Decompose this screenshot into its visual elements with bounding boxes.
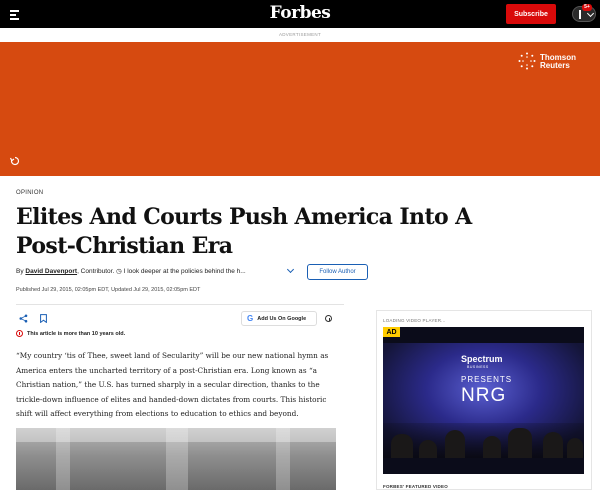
- thomson-reuters-logo-icon: [518, 52, 536, 70]
- ad-label: ADVERTISEMENT: [278, 32, 322, 37]
- divider: [16, 304, 344, 305]
- chevron-down-icon: [586, 9, 595, 18]
- account-menu[interactable]: 5+: [572, 4, 596, 22]
- article-category[interactable]: OPINION: [16, 190, 43, 196]
- article-age-notice: This article is more than 10 years old.: [16, 330, 125, 337]
- article-photo: [16, 428, 336, 490]
- video-crowd: [383, 423, 584, 458]
- google-icon: G: [247, 314, 254, 323]
- follow-author-button[interactable]: Follow Author: [307, 264, 368, 280]
- ad-banner[interactable]: [0, 42, 600, 176]
- clock-small-icon: ◷: [116, 268, 122, 275]
- author-link[interactable]: David Davenport: [25, 268, 77, 275]
- expand-bio-chevron-icon[interactable]: [286, 265, 295, 274]
- spectrum-logo: Spectrum: [461, 354, 503, 364]
- video-presents-text: PRESENTS: [461, 375, 513, 384]
- subscribe-button[interactable]: Subscribe: [506, 4, 556, 24]
- share-icon[interactable]: [19, 314, 28, 323]
- video-title-text: NRG: [461, 385, 507, 406]
- ad-badge: AD: [383, 327, 400, 337]
- video-loading-label: LOADING VIDEO PLAYER...: [383, 318, 446, 323]
- clock-icon: [16, 330, 23, 337]
- featured-video-label: FORBES' FEATURED VIDEO: [383, 484, 448, 489]
- replay-icon[interactable]: [10, 156, 20, 166]
- article-body-paragraph: “My country ‘tis of Thee, sweet land of …: [16, 351, 329, 418]
- thomson-reuters-wordmark: Thomson Reuters: [540, 53, 576, 70]
- publish-dates: Published Jul 29, 2015, 02:05pm EDT, Upd…: [16, 287, 201, 293]
- article-headline: Elites And Courts Push America Into A Po…: [16, 204, 472, 259]
- account-icon: [579, 10, 581, 19]
- add-us-on-google-button[interactable]: G Add Us On Google: [241, 311, 317, 326]
- bookmark-icon[interactable]: [40, 314, 47, 323]
- top-navbar: Forbes Subscribe 5+: [0, 0, 600, 28]
- spectrum-sub: BUSINESS: [467, 365, 489, 369]
- byline: By David Davenport, Contributor. ◷ I loo…: [16, 268, 246, 275]
- author-tagline: I look deeper at the policies behind the…: [123, 268, 246, 275]
- video-player[interactable]: Spectrum BUSINESS PRESENTS NRG: [383, 327, 584, 474]
- info-icon[interactable]: [325, 315, 332, 322]
